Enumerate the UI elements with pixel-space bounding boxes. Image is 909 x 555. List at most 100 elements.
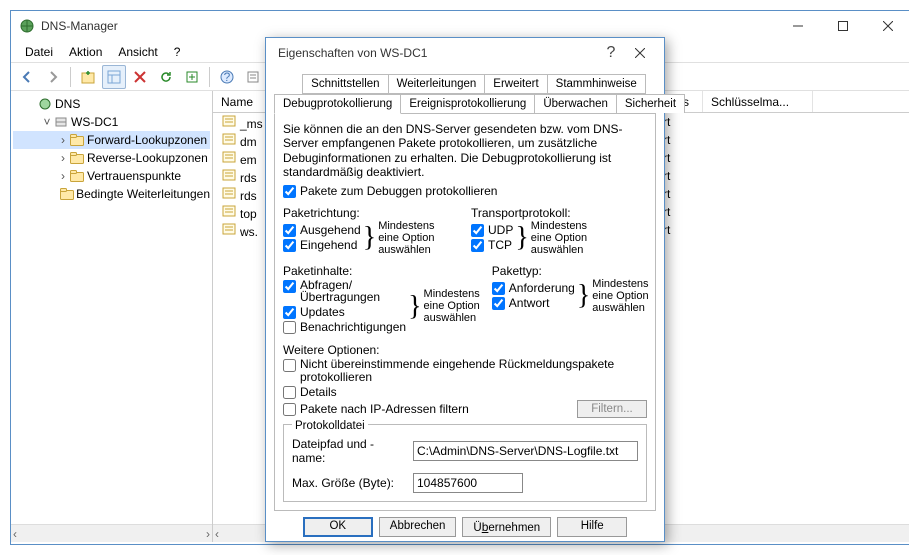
incoming-checkbox[interactable] — [283, 239, 296, 252]
updates-checkbox[interactable] — [283, 306, 296, 319]
collapse-icon[interactable]: › — [57, 169, 69, 183]
toolbar-add-button[interactable] — [76, 65, 100, 89]
tree-scrollbar[interactable]: ‹› — [11, 524, 212, 542]
tree-reverse-zones[interactable]: › Reverse-Lookupzonen — [13, 149, 210, 167]
more-options-title: Weitere Optionen: — [283, 343, 647, 357]
unmatched-checkbox[interactable] — [283, 359, 296, 372]
toolbar-view-button[interactable] — [102, 65, 126, 89]
queries-checkbox[interactable] — [283, 280, 296, 293]
menu-action[interactable]: Aktion — [61, 43, 110, 61]
outgoing-label: Ausgehend — [300, 223, 361, 237]
dialog-titlebar[interactable]: Eigenschaften von WS-DC1 ? — [266, 38, 664, 68]
notifications-label: Benachrichtigungen — [300, 320, 406, 334]
tree-root-dns[interactable]: DNS — [13, 95, 210, 113]
zone-icon — [221, 149, 237, 165]
brace-icon: } — [408, 294, 421, 319]
toolbar-props-button[interactable] — [241, 65, 265, 89]
tree-pane[interactable]: DNS ˅ WS-DC1 › Forward-Lookupzonen › Rev… — [11, 91, 213, 542]
details-checkbox[interactable] — [283, 386, 296, 399]
direction-hint: Mindestens eine Option auswählen — [378, 220, 434, 256]
filepath-input[interactable] — [413, 441, 638, 461]
cancel-button[interactable]: Abbrechen — [379, 517, 457, 537]
zone-icon — [221, 131, 237, 147]
transport-hint: Mindestens eine Option auswählen — [531, 220, 587, 256]
answer-label: Antwort — [509, 296, 550, 310]
collapse-icon[interactable]: › — [57, 151, 69, 165]
updates-label: Updates — [300, 305, 345, 319]
tab-panel-debug: Sie können die an den DNS-Server gesende… — [274, 113, 656, 511]
tab-advanced[interactable]: Erweitert — [484, 74, 547, 94]
brace-icon: } — [363, 225, 376, 250]
content-title: Paketinhalte: — [283, 264, 480, 278]
tree-node-label: Reverse-Lookupzonen — [87, 151, 208, 165]
tab-forwarders[interactable]: Weiterleitungen — [388, 74, 486, 94]
tab-monitoring[interactable]: Überwachen — [534, 94, 617, 113]
tcp-checkbox[interactable] — [471, 239, 484, 252]
logfile-legend: Protokolldatei — [292, 420, 368, 432]
intro-text: Sie können die an den DNS-Server gesende… — [283, 122, 647, 180]
direction-title: Paketrichtung: — [283, 206, 459, 220]
menu-view[interactable]: Ansicht — [110, 43, 165, 61]
tree-forward-zones[interactable]: › Forward-Lookupzonen — [13, 131, 210, 149]
outgoing-checkbox[interactable] — [283, 224, 296, 237]
filter-button[interactable]: Filtern... — [577, 400, 647, 418]
dialog-close-button[interactable] — [624, 39, 656, 67]
maxsize-input[interactable] — [413, 473, 523, 493]
dialog-title: Eigenschaften von WS-DC1 — [274, 46, 598, 60]
help-icon[interactable]: ? — [598, 44, 624, 62]
tree-node-label: Vertrauenspunkte — [87, 169, 181, 183]
collapse-icon[interactable]: › — [57, 133, 69, 147]
ip-filter-checkbox[interactable] — [283, 403, 296, 416]
logfile-group: Protokolldatei Dateipfad und -name: Max.… — [283, 424, 647, 502]
folder-icon — [60, 186, 74, 202]
ok-button[interactable]: OK — [303, 517, 373, 537]
tab-event-logging[interactable]: Ereignisprotokollierung — [400, 94, 535, 113]
notifications-checkbox[interactable] — [283, 321, 296, 334]
maximize-button[interactable] — [820, 12, 865, 40]
tab-roothints[interactable]: Stammhinweise — [547, 74, 646, 94]
folder-icon — [69, 150, 85, 166]
tree-node-label: Bedingte Weiterleitungen — [76, 187, 210, 201]
udp-checkbox[interactable] — [471, 224, 484, 237]
folder-icon — [69, 168, 85, 184]
tcp-label: TCP — [488, 238, 512, 252]
brace-icon: } — [577, 283, 590, 308]
nav-back-button[interactable] — [15, 65, 39, 89]
type-hint: Mindestens eine Option auswählen — [592, 278, 648, 314]
brace-icon: } — [515, 225, 528, 250]
tree-node-label: Forward-Lookupzonen — [87, 133, 207, 147]
queries-label: Abfragen/ Übertragungen — [300, 279, 380, 304]
properties-dialog: Eigenschaften von WS-DC1 ? Schnittstelle… — [265, 37, 665, 542]
menu-help[interactable]: ? — [166, 43, 189, 61]
maxsize-label: Max. Größe (Byte): — [292, 476, 407, 490]
incoming-label: Eingehend — [300, 238, 357, 252]
server-icon — [53, 114, 69, 130]
request-checkbox[interactable] — [492, 282, 505, 295]
expand-icon[interactable]: ˅ — [41, 115, 53, 129]
zone-icon — [221, 113, 237, 129]
tree-server[interactable]: ˅ WS-DC1 — [13, 113, 210, 131]
tree-trust-points[interactable]: › Vertrauenspunkte — [13, 167, 210, 185]
zone-icon — [221, 167, 237, 183]
details-label: Details — [300, 385, 337, 399]
tab-interfaces[interactable]: Schnittstellen — [302, 74, 388, 94]
tab-debug-logging[interactable]: Debugprotokollierung — [274, 94, 401, 114]
toolbar-refresh-button[interactable] — [154, 65, 178, 89]
help-button[interactable]: Hilfe — [557, 517, 627, 537]
minimize-button[interactable] — [775, 12, 820, 40]
close-button[interactable] — [865, 12, 909, 40]
toolbar-help-button[interactable]: ? — [215, 65, 239, 89]
toolbar-export-button[interactable] — [180, 65, 204, 89]
tab-security[interactable]: Sicherheit — [616, 94, 685, 113]
content-hint: Mindestens eine Option auswählen — [424, 288, 480, 324]
nav-forward-button[interactable] — [41, 65, 65, 89]
col-key-header[interactable]: Schlüsselma... — [703, 91, 813, 112]
enable-debug-checkbox[interactable] — [283, 185, 296, 198]
tree-conditional-forwarders[interactable]: Bedingte Weiterleitungen — [13, 185, 210, 203]
answer-checkbox[interactable] — [492, 297, 505, 310]
toolbar-delete-button[interactable] — [128, 65, 152, 89]
apply-button[interactable]: Übernehmen — [462, 517, 551, 537]
menu-file[interactable]: Datei — [17, 43, 61, 61]
app-icon — [19, 18, 35, 34]
zone-icon — [221, 185, 237, 201]
